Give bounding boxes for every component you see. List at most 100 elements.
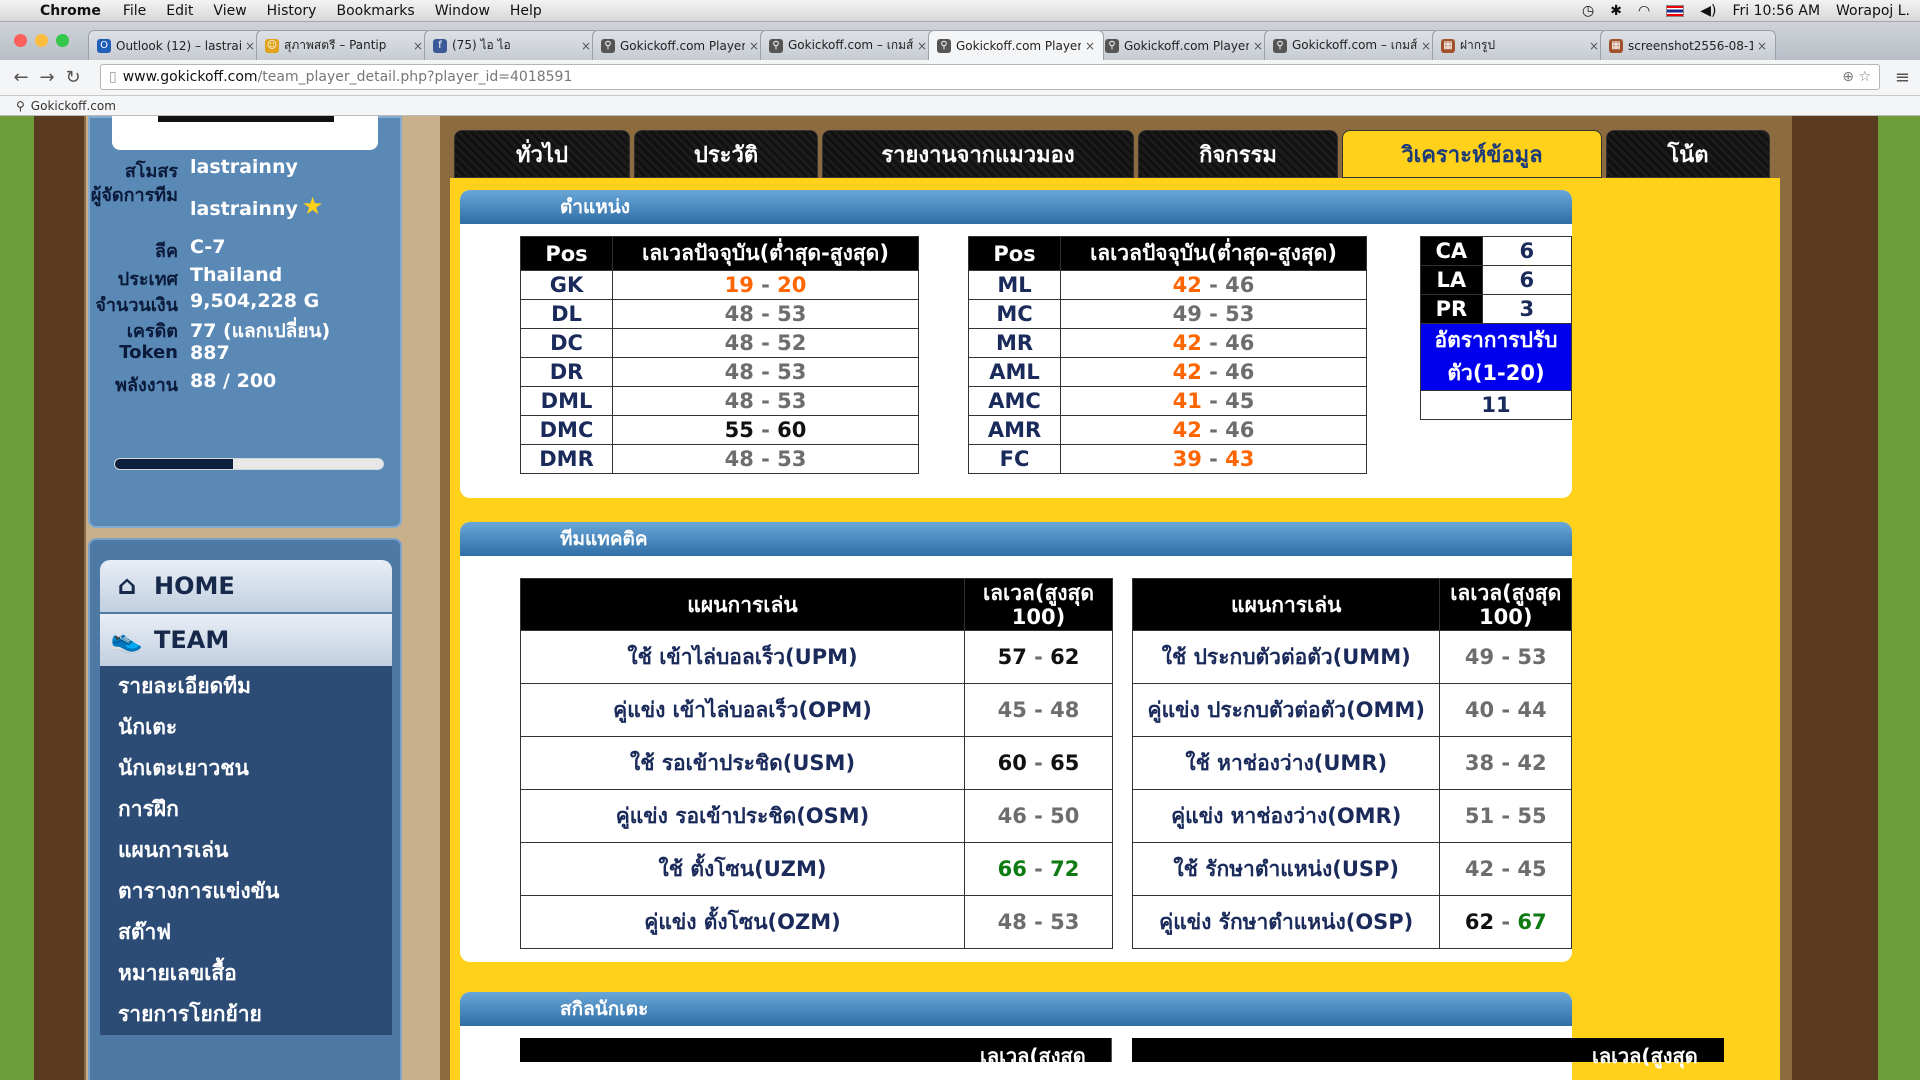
browser-tab[interactable]: ▦ ฝากรูป ×: [1432, 30, 1608, 60]
player-tab[interactable]: ทั่วไป: [454, 130, 630, 178]
tab-favicon-icon: O: [97, 38, 111, 53]
menu-bookmarks[interactable]: Bookmarks: [336, 3, 414, 19]
volume-icon[interactable]: ◀): [1700, 3, 1716, 19]
level-min: 42: [1172, 273, 1202, 297]
minimize-window-icon[interactable]: [35, 34, 48, 47]
tab-close-icon[interactable]: ×: [1253, 39, 1263, 53]
level-max: 60: [777, 418, 807, 442]
team-menu-item[interactable]: หมายเลขเสื้อ: [100, 953, 392, 994]
back-icon[interactable]: ←: [8, 67, 34, 88]
address-bar[interactable]: ▯ www.gokickoff.com/team_player_detail.p…: [100, 64, 1880, 90]
profile-value: 88 / 200: [190, 370, 277, 392]
zoom-icon[interactable]: ⊕: [1842, 69, 1854, 85]
browser-tabstrip: O Outlook (12) – lastrain × ☺ สุภาพสตรี – Pa…: [0, 22, 1920, 60]
tactic-level: 66 - 72: [964, 842, 1113, 896]
position-cell: ML: [968, 270, 1061, 300]
tab-close-icon[interactable]: ×: [245, 39, 255, 53]
player-tab[interactable]: วิเคราะห์ข้อมูล: [1342, 130, 1602, 178]
forward-icon[interactable]: →: [34, 67, 60, 88]
level-cell: 41 - 45: [1060, 386, 1367, 416]
table-row: DR 48 - 53: [520, 357, 919, 387]
app-menu[interactable]: Chrome: [40, 3, 101, 19]
team-menu-item[interactable]: รายการโยกย้าย: [100, 994, 392, 1035]
browser-tab[interactable]: O Outlook (12) – lastrain ×: [88, 30, 264, 60]
tactic-table-left: แผนการเล่น เลเวล(สูงสุด 100) ใช้ เข้าไล่บอ…: [520, 578, 1113, 949]
bookmark-gokickoff[interactable]: Gokickoff.com: [31, 99, 116, 113]
skill-table-right-header: เลเวล(สูงสุด: [1132, 1038, 1724, 1068]
table-row: ใช้ รักษาตำแหน่ง(USP) 42 - 45: [1131, 842, 1572, 896]
team-menu-item[interactable]: สต๊าฟ: [100, 912, 392, 953]
menu-history[interactable]: History: [267, 3, 317, 19]
team-menu-item[interactable]: นักเตะ: [100, 707, 392, 748]
tab-title: Gokickoff.com Player Is: [1124, 38, 1249, 53]
browser-tab[interactable]: f (75) ไอ ไอ ×: [424, 30, 600, 60]
tab-close-icon[interactable]: ×: [917, 39, 927, 53]
player-tab[interactable]: โน้ต: [1606, 130, 1770, 178]
level-cell: 48 - 52: [612, 328, 919, 358]
level-min: 19: [724, 273, 754, 297]
menu-window[interactable]: Window: [435, 3, 490, 19]
team-button[interactable]: 👟 TEAM: [100, 614, 392, 666]
menu-edit[interactable]: Edit: [166, 3, 193, 19]
range-dash: -: [1201, 389, 1226, 413]
tab-close-icon[interactable]: ×: [413, 39, 423, 53]
team-menu-item[interactable]: การฝึก: [100, 789, 392, 830]
user-name[interactable]: Worapoj L.: [1836, 3, 1910, 19]
level-min: 42: [1172, 418, 1202, 442]
range-dash: -: [753, 418, 778, 442]
reload-icon[interactable]: ↻: [60, 67, 86, 88]
tab-close-icon[interactable]: ×: [749, 39, 759, 53]
level-min: 48: [724, 447, 754, 471]
level-cell: 49 - 53: [1060, 299, 1367, 329]
browser-tab[interactable]: ⚲ Gokickoff.com – เกมส์ฟุต ×: [1264, 30, 1440, 60]
attribute-key: LA: [1420, 265, 1483, 295]
tactic-level: 48 - 53: [964, 895, 1113, 949]
home-button[interactable]: ⌂ HOME: [100, 560, 392, 612]
level-cell: 48 - 53: [612, 444, 919, 474]
profile-label: พลังงาน: [115, 375, 178, 396]
level-min: 66: [997, 857, 1027, 881]
browser-tab[interactable]: ⚲ Gokickoff.com Player F ×: [928, 30, 1104, 60]
menu-file[interactable]: File: [123, 3, 146, 19]
team-menu-item[interactable]: ตารางการแข่งขัน: [100, 871, 392, 912]
browser-tab[interactable]: ▦ screenshot2556-08-16 ×: [1600, 30, 1776, 60]
player-tab[interactable]: ประวัติ: [634, 130, 818, 178]
tab-close-icon[interactable]: ×: [581, 39, 591, 53]
position-cell: DMR: [520, 444, 613, 474]
tab-favicon-icon: ⚲: [1273, 38, 1287, 53]
tactic-name: ใช้ รักษาตำแหน่ง(USP): [1131, 842, 1441, 896]
tab-close-icon[interactable]: ×: [1589, 39, 1599, 53]
wifi-icon[interactable]: ◠: [1638, 3, 1650, 19]
attribute-value: 6: [1481, 265, 1573, 295]
tab-title: Gokickoff.com Player F: [620, 38, 745, 53]
chrome-menu-icon[interactable]: ≡: [1895, 67, 1910, 88]
tactic-name: ใช้ ตั้งโซน(UZM): [520, 842, 965, 896]
team-menu-item[interactable]: แผนการเล่น: [100, 830, 392, 871]
table-row: FC 39 - 43: [968, 444, 1367, 474]
team-menu-item[interactable]: รายละเอียดทีม: [100, 666, 392, 707]
tab-close-icon[interactable]: ×: [1757, 39, 1767, 53]
menu-help[interactable]: Help: [510, 3, 542, 19]
tab-title: Outlook (12) – lastrain: [116, 38, 241, 53]
table-row: MR 42 - 46: [968, 328, 1367, 358]
zoom-window-icon[interactable]: [56, 34, 69, 47]
time-machine-icon[interactable]: ◷: [1582, 3, 1594, 19]
position-cell: DR: [520, 357, 613, 387]
team-menu-item[interactable]: นักเตะเยาวชน: [100, 748, 392, 789]
browser-tab[interactable]: ⚲ Gokickoff.com – เกมส์ฟุต ×: [760, 30, 936, 60]
player-tab[interactable]: รายงานจากแมวมอง: [822, 130, 1134, 178]
tab-close-icon[interactable]: ×: [1421, 39, 1431, 53]
clock[interactable]: Fri 10:56 AM: [1732, 3, 1820, 19]
browser-tab[interactable]: ⚲ Gokickoff.com Player F ×: [592, 30, 768, 60]
bluetooth-icon[interactable]: ✱: [1610, 3, 1622, 19]
browser-tab[interactable]: ⚲ Gokickoff.com Player Is ×: [1096, 30, 1272, 60]
bookmark-star-icon[interactable]: ☆: [1858, 69, 1871, 85]
input-flag-icon[interactable]: [1666, 5, 1685, 17]
tab-close-icon[interactable]: ×: [1085, 39, 1095, 53]
browser-tab[interactable]: ☺ สุภาพสตรี – Pantip ×: [256, 30, 432, 60]
player-tab[interactable]: กิจกรรม: [1138, 130, 1338, 178]
menu-view[interactable]: View: [213, 3, 246, 19]
close-window-icon[interactable]: [14, 34, 27, 47]
level-header: เลเวลปัจจุบัน(ต่ำสุด-สูงสุด): [612, 236, 919, 271]
level-min: 40: [1464, 698, 1495, 722]
